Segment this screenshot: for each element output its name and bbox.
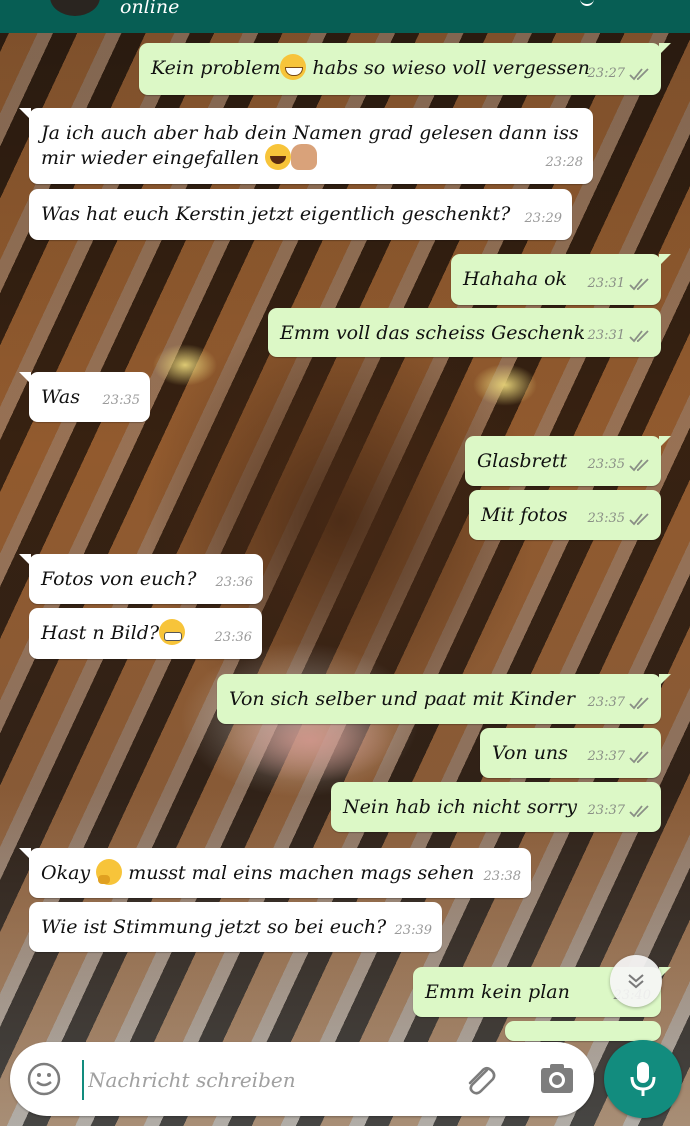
message-time: 23:31 xyxy=(587,276,625,291)
message-text: Fotos von euch? xyxy=(41,568,197,590)
message-input[interactable] xyxy=(82,1060,460,1100)
message-incoming[interactable]: Was hat euch Kerstin jetzt eigentlich ge… xyxy=(29,189,572,240)
message-text: Nein hab ich nicht sorry xyxy=(343,796,577,818)
message-meta: 23:35 xyxy=(103,385,140,416)
double-check-icon xyxy=(629,458,651,472)
message-time: 23:27 xyxy=(587,66,625,81)
double-check-icon xyxy=(629,277,651,291)
message-outgoing[interactable]: Glasbrett 23:35 xyxy=(465,436,671,486)
message-meta: 23:37 xyxy=(588,741,651,772)
grimacing-face-icon xyxy=(159,619,186,645)
message-text: Okay xyxy=(41,862,97,884)
message-text: Glasbrett xyxy=(477,450,568,472)
message-meta: 23:31 xyxy=(588,268,651,299)
message-meta: 23:35 xyxy=(588,503,651,534)
message-time: 23:37 xyxy=(587,695,625,710)
message-text-line2: mir wieder eingefallen xyxy=(41,147,260,169)
message-outgoing[interactable]: Von uns 23:37 xyxy=(480,728,661,778)
message-text: Was hat euch Kerstin jetzt eigentlich ge… xyxy=(41,203,511,225)
paperclip-icon[interactable] xyxy=(460,1060,500,1100)
microphone-icon xyxy=(630,1062,656,1096)
message-text: Kein problem xyxy=(151,57,281,79)
face-with-tears-of-joy-icon xyxy=(265,144,292,170)
message-meta: 23:28 xyxy=(546,147,583,178)
message-time: 23:36 xyxy=(215,575,253,590)
message-text: Von uns xyxy=(492,742,568,764)
message-time: 23:28 xyxy=(545,155,583,170)
message-meta: 23:36 xyxy=(216,567,253,598)
message-text: Von sich selber und paat mit Kinder xyxy=(229,688,575,710)
double-check-icon xyxy=(629,512,651,526)
message-composer xyxy=(10,1042,594,1116)
message-meta: 23:37 xyxy=(588,795,651,826)
message-meta: 23:37 xyxy=(588,687,651,718)
message-outgoing[interactable]: Emm voll das scheiss Geschenk 23:31 xyxy=(268,308,661,357)
message-time: 23:38 xyxy=(483,869,521,884)
message-meta: 23:38 xyxy=(484,861,521,892)
header-menu-fragment xyxy=(580,0,594,6)
message-outgoing[interactable]: Von sich selber und paat mit Kinder 23:3… xyxy=(217,674,671,724)
smiley-icon[interactable] xyxy=(26,1061,62,1097)
camera-icon[interactable] xyxy=(538,1060,576,1098)
message-incoming[interactable]: Okay musst mal eins machen mags sehen 23… xyxy=(19,848,531,898)
message-meta: 23:36 xyxy=(215,622,252,653)
message-time: 23:35 xyxy=(102,393,140,408)
double-check-icon xyxy=(629,67,651,81)
contact-avatar[interactable] xyxy=(50,0,100,16)
message-text: Was xyxy=(41,386,80,408)
message-time: 23:37 xyxy=(587,803,625,818)
message-text: Wie ist Stimmung jetzt so bei euch? xyxy=(41,916,387,938)
chat-header[interactable]: online xyxy=(0,0,690,33)
message-incoming[interactable]: Was 23:35 xyxy=(19,372,150,422)
message-outgoing[interactable]: Mit fotos 23:35 xyxy=(469,490,661,540)
message-text-continued: habs so wieso voll vergessen xyxy=(306,57,590,79)
message-time: 23:31 xyxy=(587,328,625,343)
double-check-icon xyxy=(629,804,651,818)
double-check-icon xyxy=(629,696,651,710)
double-check-icon xyxy=(629,329,651,343)
message-time: 23:35 xyxy=(587,511,625,526)
message-time: 23:37 xyxy=(587,749,625,764)
grinning-face-icon xyxy=(280,54,307,80)
message-incoming[interactable]: Wie ist Stimmung jetzt so bei euch? 23:3… xyxy=(29,902,442,952)
message-incoming[interactable]: Fotos von euch? 23:36 xyxy=(19,554,263,604)
scroll-to-bottom-button[interactable] xyxy=(610,955,662,1007)
message-meta: 23:27 xyxy=(588,58,651,89)
message-outgoing[interactable]: Hahaha ok 23:31 xyxy=(451,254,671,305)
message-outgoing[interactable]: Kein problem habs so wieso voll vergesse… xyxy=(139,43,671,95)
message-time: 23:35 xyxy=(587,457,625,472)
message-incoming[interactable]: Hast n Bild? 23:36 xyxy=(29,608,262,659)
message-meta: 23:35 xyxy=(588,449,651,480)
message-meta: 23:31 xyxy=(588,320,651,351)
microphone-button[interactable] xyxy=(604,1040,682,1118)
double-check-icon xyxy=(629,750,651,764)
message-text: Mit fotos xyxy=(481,504,568,526)
message-outgoing-partial[interactable] xyxy=(505,1021,661,1041)
message-text-continued: musst mal eins machen mags sehen xyxy=(122,862,475,884)
message-outgoing[interactable]: Nein hab ich nicht sorry 23:37 xyxy=(331,782,661,832)
message-time: 23:29 xyxy=(524,211,562,226)
message-meta: 23:39 xyxy=(395,915,432,946)
message-text: Hast n Bild? xyxy=(41,622,160,644)
double-chevron-down-icon xyxy=(628,974,644,989)
message-text: Emm kein plan xyxy=(425,981,570,1003)
message-text: Hahaha ok xyxy=(463,268,568,290)
message-incoming[interactable]: Ja ich auch aber hab dein Namen grad gel… xyxy=(19,108,593,184)
person-facepalming-icon xyxy=(291,144,318,170)
message-time: 23:39 xyxy=(394,923,432,938)
contact-status: online xyxy=(120,0,180,18)
message-text: Emm voll das scheiss Geschenk xyxy=(280,322,586,344)
message-meta: 23:29 xyxy=(525,203,562,234)
message-time: 23:36 xyxy=(214,630,252,645)
thinking-face-icon xyxy=(96,859,123,885)
